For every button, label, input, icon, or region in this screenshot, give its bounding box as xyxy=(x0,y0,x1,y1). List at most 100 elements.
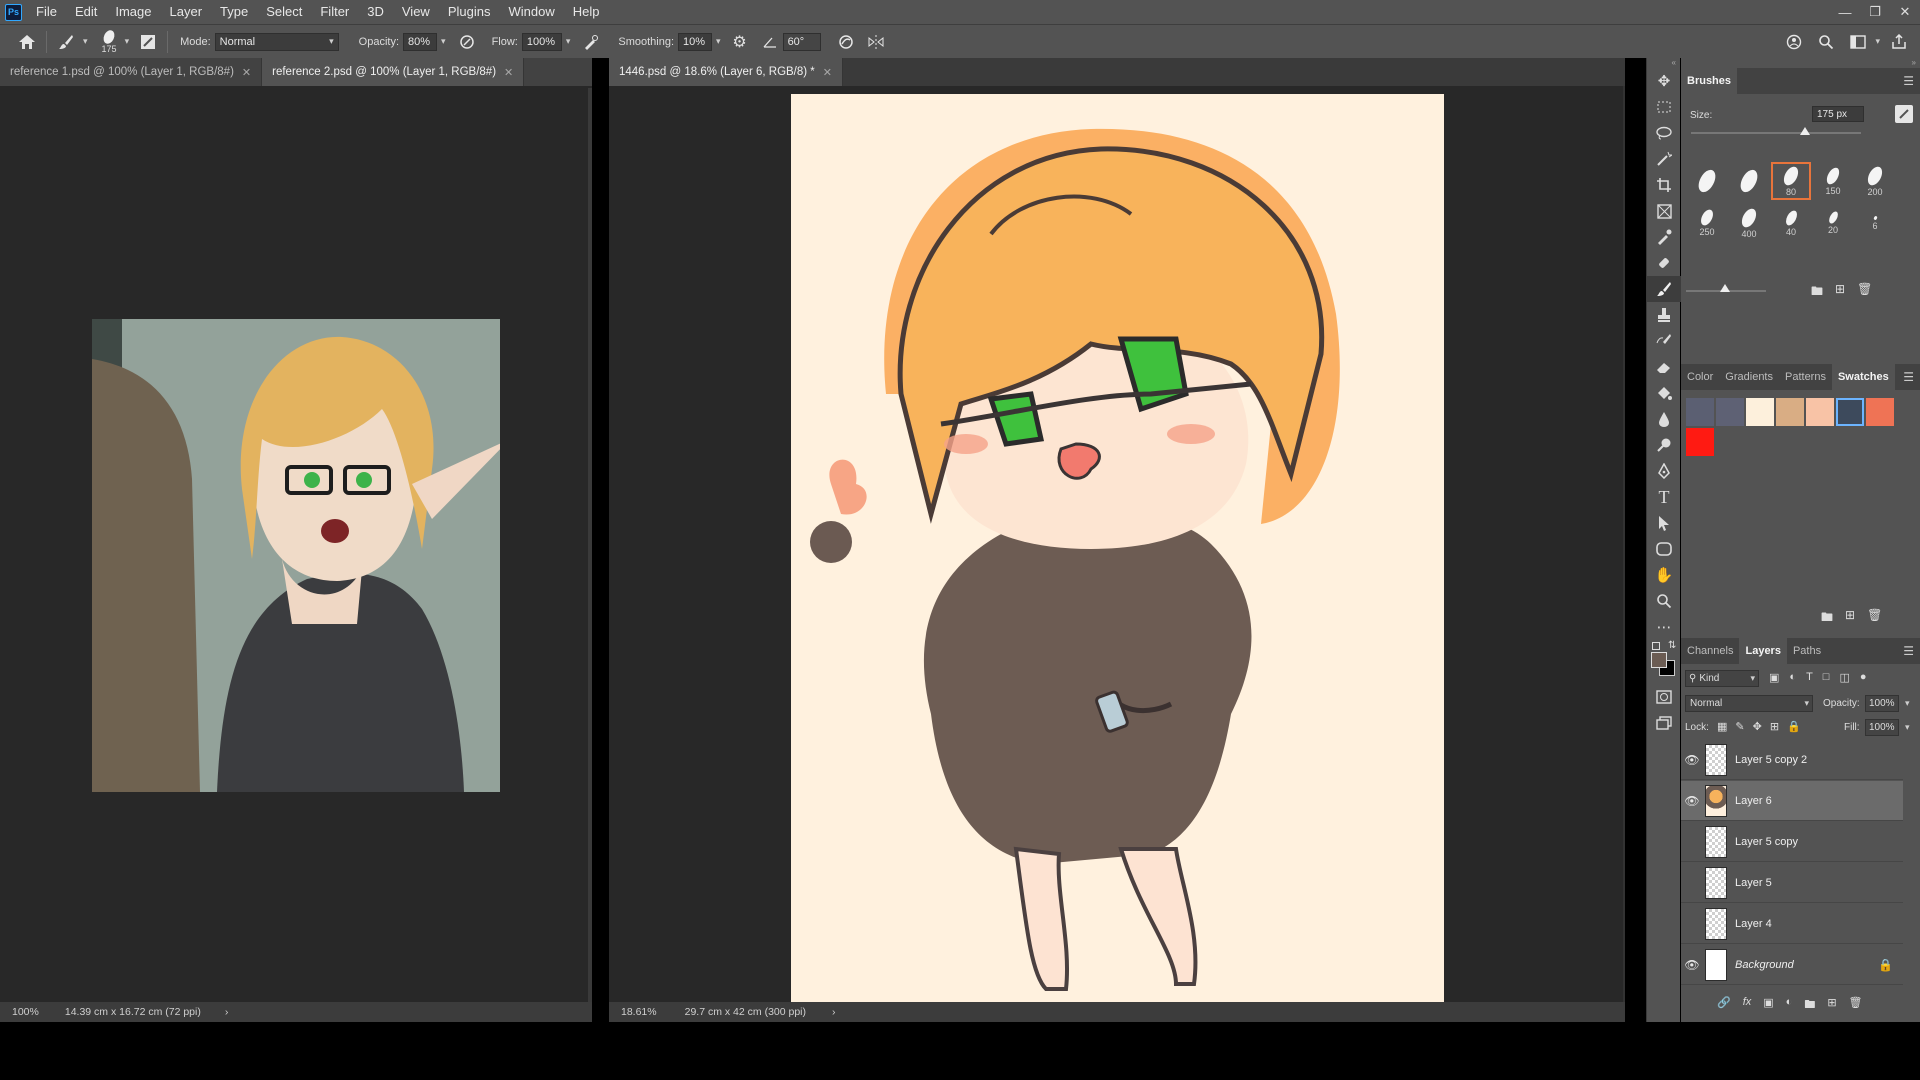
zoom-tool-icon[interactable] xyxy=(1647,588,1681,614)
tab-color[interactable]: Color xyxy=(1681,364,1719,390)
tab-patterns[interactable]: Patterns xyxy=(1779,364,1832,390)
trash-icon[interactable]: 🗑 xyxy=(1857,282,1872,303)
collapse-icon[interactable]: » xyxy=(1681,58,1920,68)
chevron-down-icon[interactable]: ▾ xyxy=(1905,722,1910,733)
workspace-icon[interactable] xyxy=(1847,30,1869,54)
brush-preset[interactable]: 400 xyxy=(1729,204,1769,242)
menu-type[interactable]: Type xyxy=(211,0,257,24)
layer-row[interactable]: Layer 4 xyxy=(1681,904,1903,944)
screen-mode-icon[interactable] xyxy=(1647,710,1681,736)
filter-shape-icon[interactable]: □ xyxy=(1823,671,1830,684)
tab-channels[interactable]: Channels xyxy=(1681,638,1739,664)
tab-swatches[interactable]: Swatches xyxy=(1831,364,1895,390)
brush-preset[interactable]: 200 xyxy=(1855,162,1895,200)
lock-pixels-icon[interactable]: ✎ xyxy=(1735,720,1744,733)
layer-style-icon[interactable]: fx xyxy=(1743,996,1752,1015)
brush-preset[interactable]: 80 xyxy=(1771,162,1811,200)
lock-artboard-icon[interactable]: ⊞ xyxy=(1770,720,1779,733)
brush-preset[interactable]: 40 xyxy=(1771,204,1811,242)
lock-icon[interactable]: 🔒 xyxy=(1878,958,1893,972)
size-input[interactable]: 175 px xyxy=(1812,106,1864,122)
lasso-tool-icon[interactable] xyxy=(1647,120,1681,146)
folder-icon[interactable]: 🖿 xyxy=(1811,282,1823,303)
trash-icon[interactable]: 🗑 xyxy=(1867,608,1882,629)
chevron-down-icon[interactable]: ▾ xyxy=(125,36,130,47)
lock-transparency-icon[interactable]: ▦ xyxy=(1717,720,1727,733)
collapse-icon[interactable]: « xyxy=(1647,58,1680,68)
filter-type-icon[interactable]: T xyxy=(1806,671,1813,684)
folder-icon[interactable]: 🖿 xyxy=(1821,608,1833,629)
more-tools-icon[interactable]: ⋯ xyxy=(1647,614,1681,640)
crop-tool-icon[interactable] xyxy=(1647,172,1681,198)
new-brush-icon[interactable]: ⊞ xyxy=(1835,282,1845,303)
history-brush-tool-icon[interactable] xyxy=(1647,328,1681,354)
blur-tool-icon[interactable] xyxy=(1647,406,1681,432)
brush-tool-icon[interactable] xyxy=(55,30,77,54)
color-swatch[interactable] xyxy=(1746,398,1774,426)
mode-select[interactable]: Normal ▾ xyxy=(214,32,339,51)
marquee-tool-icon[interactable] xyxy=(1647,94,1681,120)
zoom-level[interactable]: 100% xyxy=(12,1006,39,1018)
menu-file[interactable]: File xyxy=(27,0,66,24)
panel-menu-icon[interactable]: ☰ xyxy=(1903,644,1914,658)
scrollbar-vertical[interactable] xyxy=(588,88,592,1002)
color-swatch[interactable] xyxy=(1866,398,1894,426)
layer-row[interactable]: 👁 Layer 5 copy 2 xyxy=(1681,740,1903,780)
filter-toggle-icon[interactable]: ● xyxy=(1860,671,1867,684)
lock-position-icon[interactable]: ✥ xyxy=(1753,720,1762,733)
color-swatch[interactable] xyxy=(1686,398,1714,426)
minimize-icon[interactable]: — xyxy=(1830,0,1860,24)
restore-icon[interactable]: ❐ xyxy=(1860,0,1890,24)
default-colors-icon[interactable] xyxy=(1652,642,1660,650)
home-icon[interactable] xyxy=(16,30,38,54)
brush-tool-icon[interactable] xyxy=(1647,276,1681,302)
brush-preset[interactable]: 20 xyxy=(1813,204,1853,242)
symmetry-icon[interactable] xyxy=(865,30,887,54)
chevron-down-icon[interactable]: ▾ xyxy=(716,36,721,47)
paint-bucket-tool-icon[interactable] xyxy=(1647,380,1681,406)
close-icon[interactable]: ✕ xyxy=(504,66,513,79)
color-swatch[interactable] xyxy=(1716,398,1744,426)
color-picker[interactable]: ⇅ xyxy=(1647,640,1680,684)
shape-tool-icon[interactable] xyxy=(1647,536,1681,562)
tab-reference-2[interactable]: reference 2.psd @ 100% (Layer 1, RGB/8#)… xyxy=(262,58,525,86)
layer-row[interactable]: Layer 5 xyxy=(1681,863,1903,903)
layer-row[interactable]: 👁 Layer 6 xyxy=(1681,781,1903,821)
new-layer-icon[interactable]: ⊞ xyxy=(1827,996,1836,1015)
panel-menu-icon[interactable]: ☰ xyxy=(1903,370,1914,384)
color-swatch[interactable] xyxy=(1806,398,1834,426)
move-tool-icon[interactable]: ✥ xyxy=(1647,68,1681,94)
chevron-down-icon[interactable]: ▾ xyxy=(1905,698,1910,709)
brush-preset[interactable]: 150 xyxy=(1813,162,1853,200)
menu-select[interactable]: Select xyxy=(257,0,311,24)
adjustment-layer-icon[interactable]: ◐ xyxy=(1786,996,1793,1015)
pen-tool-icon[interactable] xyxy=(1647,458,1681,484)
menu-layer[interactable]: Layer xyxy=(161,0,212,24)
frame-tool-icon[interactable] xyxy=(1647,198,1681,224)
size-slider-handle[interactable] xyxy=(1800,127,1810,135)
blend-mode-select[interactable]: Normal ▾ xyxy=(1685,695,1813,712)
gear-icon[interactable]: ⚙ xyxy=(729,30,751,54)
close-icon[interactable]: ✕ xyxy=(242,66,251,79)
close-icon[interactable]: ✕ xyxy=(1890,0,1920,24)
pressure-opacity-icon[interactable] xyxy=(456,30,478,54)
panel-menu-icon[interactable]: ☰ xyxy=(1903,74,1914,88)
chevron-down-icon[interactable]: ▾ xyxy=(83,36,88,47)
dodge-tool-icon[interactable] xyxy=(1647,432,1681,458)
smoothing-input[interactable]: 10% xyxy=(678,32,713,51)
menu-filter[interactable]: Filter xyxy=(311,0,358,24)
quick-mask-icon[interactable] xyxy=(1647,684,1681,710)
scrollbar-vertical[interactable] xyxy=(1623,86,1625,1002)
layer-opacity-input[interactable]: 100% xyxy=(1865,695,1899,712)
color-swatch[interactable] xyxy=(1836,398,1864,426)
size-slider[interactable] xyxy=(1691,132,1861,134)
chevron-right-icon[interactable]: › xyxy=(225,1006,229,1018)
swap-colors-icon[interactable]: ⇅ xyxy=(1668,640,1676,651)
tab-paths[interactable]: Paths xyxy=(1787,638,1827,664)
canvas[interactable] xyxy=(791,94,1444,1016)
chevron-down-icon[interactable]: ▾ xyxy=(441,36,446,47)
share-icon[interactable] xyxy=(1783,30,1805,54)
filter-smart-object-icon[interactable]: ◫ xyxy=(1839,671,1849,684)
preview-size-handle[interactable] xyxy=(1720,284,1730,292)
search-icon[interactable] xyxy=(1815,30,1837,54)
